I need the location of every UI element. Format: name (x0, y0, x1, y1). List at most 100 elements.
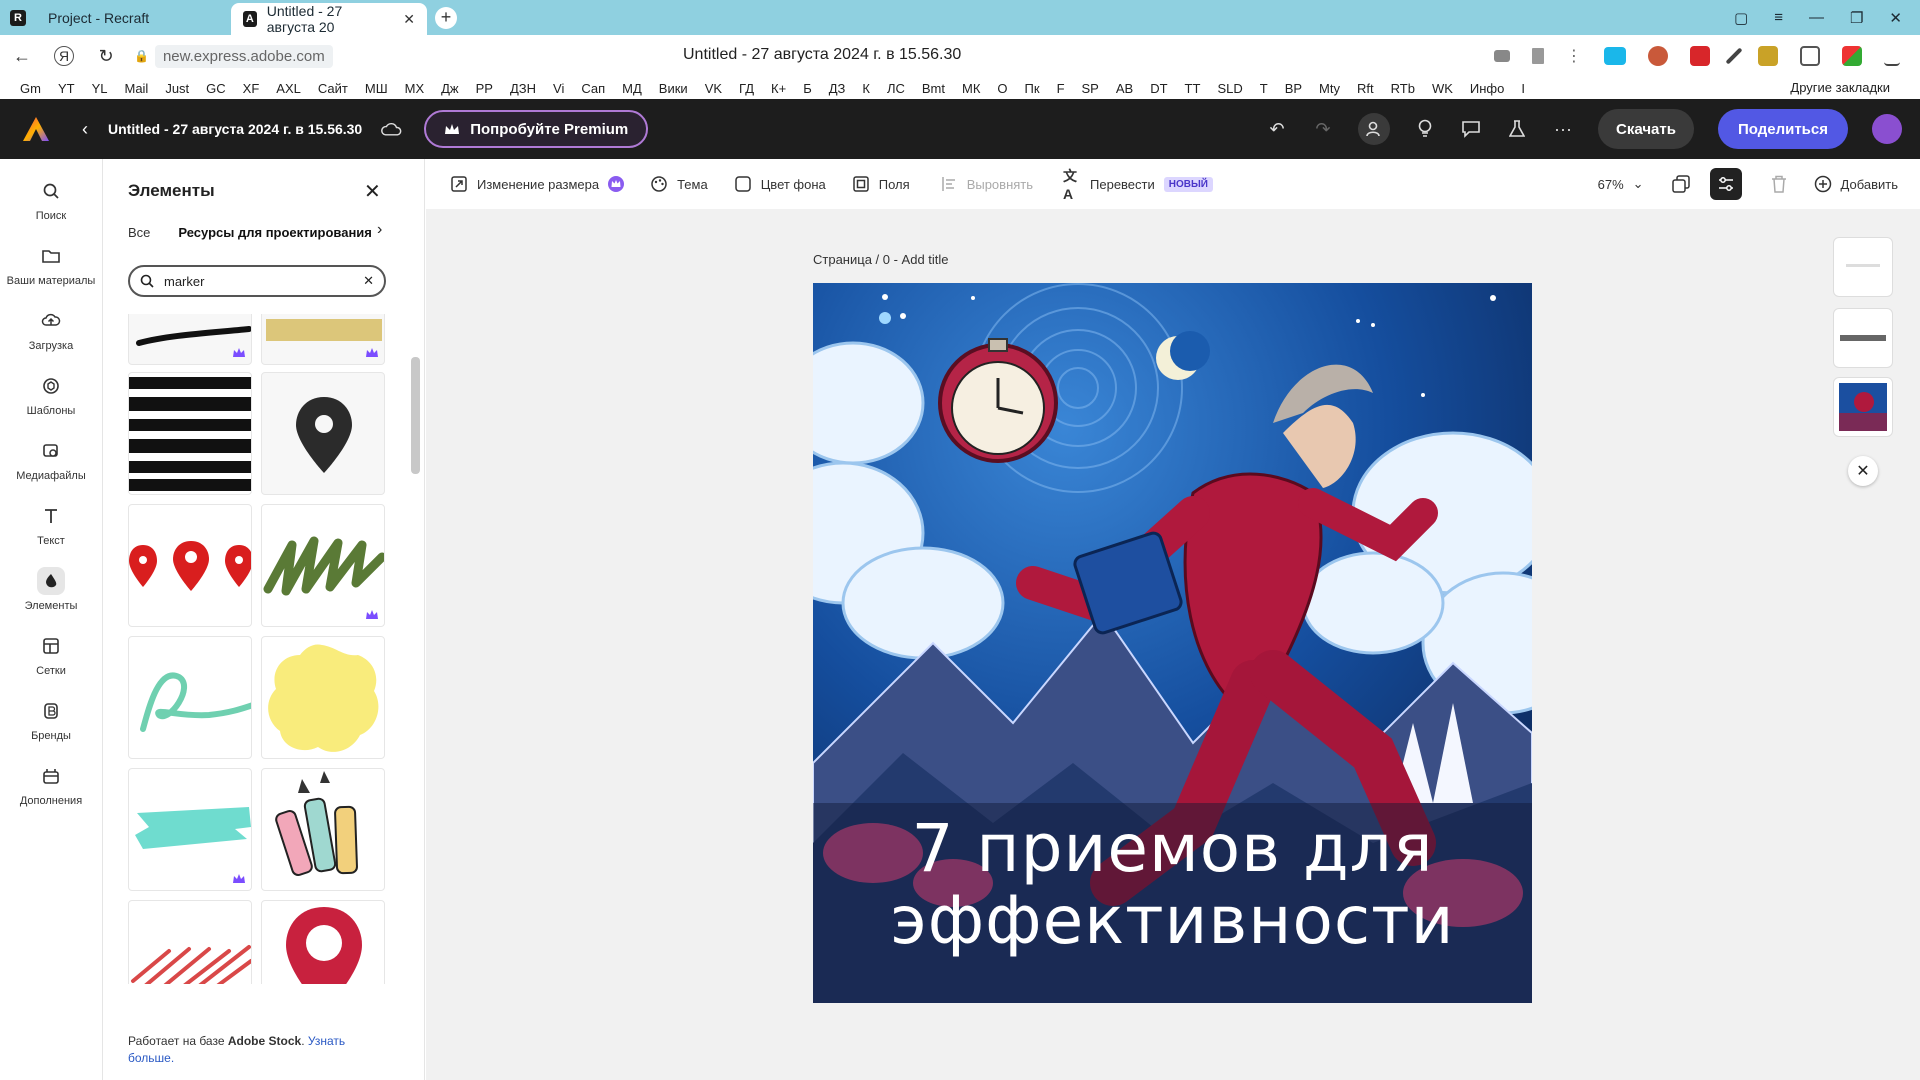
extension-icon[interactable] (1758, 46, 1778, 66)
bookmark-item[interactable]: МД (622, 81, 642, 96)
bookmark-icon[interactable] (1532, 48, 1544, 64)
redo-icon[interactable]: ↷ (1312, 118, 1334, 140)
rail-item-elements[interactable]: Элементы (0, 557, 102, 622)
close-window-icon[interactable]: ✕ (1889, 9, 1902, 27)
rail-item-upload[interactable]: Загрузка (0, 297, 102, 362)
bookmark-item[interactable]: SP (1082, 81, 1099, 96)
try-premium-button[interactable]: Попробуйте Premium (424, 110, 649, 148)
artboard[interactable]: 7 приемов для эффективности (813, 283, 1532, 1003)
bookmark-item[interactable]: AXL (276, 81, 301, 96)
bookmark-item[interactable]: К (862, 81, 870, 96)
bookmark-item[interactable]: VK (705, 81, 722, 96)
delete-button[interactable] (1770, 175, 1788, 193)
page-label[interactable]: Страница / 0 - Add title (813, 252, 949, 267)
rail-item-text[interactable]: Текст (0, 492, 102, 557)
margins-button[interactable]: Поля (852, 175, 910, 193)
vimeo-icon[interactable] (1604, 47, 1626, 65)
bookmark-item[interactable]: ГД (739, 81, 754, 96)
rail-item-folder[interactable]: Ваши материалы (0, 232, 102, 297)
more-options-icon[interactable]: ··· (1552, 118, 1574, 140)
bookmark-item[interactable]: Gm (20, 81, 41, 96)
result-red-pins[interactable] (128, 504, 252, 627)
bookmark-item[interactable]: YL (92, 81, 108, 96)
rail-item-grids[interactable]: Сетки (0, 622, 102, 687)
theme-button[interactable]: Тема (650, 175, 708, 193)
bookmark-item[interactable]: Пк (1025, 81, 1040, 96)
adjust-panel-button[interactable] (1709, 168, 1742, 200)
download-button[interactable]: Скачать (1598, 109, 1694, 149)
clear-search-icon[interactable]: ✕ (363, 273, 374, 289)
other-bookmarks[interactable]: Другие закладки (1790, 80, 1890, 95)
bookmark-item[interactable]: ДЗ (829, 81, 846, 96)
resize-button[interactable]: Изменение размера (450, 175, 625, 193)
bookmark-item[interactable]: GC (206, 81, 226, 96)
undo-icon[interactable]: ↶ (1266, 118, 1288, 140)
search-input[interactable]: marker ✕ (128, 265, 386, 297)
browser-menu-icon[interactable]: R (0, 0, 36, 35)
background-color-button[interactable]: Цвет фона (734, 175, 826, 193)
bookmark-item[interactable]: F (1057, 81, 1065, 96)
add-page-button[interactable]: Добавить (1814, 175, 1898, 193)
bookmark-item[interactable]: ДЗН (510, 81, 536, 96)
bookmark-item[interactable]: T (1260, 81, 1268, 96)
bookmark-item[interactable]: I (1521, 81, 1525, 96)
bookmark-item[interactable]: XF (243, 81, 260, 96)
result-markers-illustration[interactable] (261, 768, 385, 891)
back-arrow-icon[interactable]: ← (8, 42, 36, 70)
cloud-sync-icon[interactable] (380, 122, 402, 137)
bookmark-item[interactable]: AB (1116, 81, 1133, 96)
bookmark-item[interactable]: Сап (581, 81, 605, 96)
bookmark-item[interactable]: Mail (124, 81, 148, 96)
restore-icon[interactable]: ❐ (1850, 9, 1863, 27)
bookmark-item[interactable]: RTb (1391, 81, 1415, 96)
url-field[interactable]: 🔒 new.express.adobe.com (134, 42, 333, 70)
rail-item-search[interactable]: Поиск (0, 167, 102, 232)
bookmark-item[interactable]: Vi (553, 81, 564, 96)
back-chevron-icon[interactable]: ‹ (82, 119, 88, 140)
bookmark-item[interactable]: Just (165, 81, 189, 96)
result-map-pin[interactable] (261, 372, 385, 495)
result-gold-stroke[interactable] (261, 314, 385, 365)
bookmark-item[interactable]: МК (962, 81, 980, 96)
bookmark-item[interactable]: TT (1185, 81, 1201, 96)
extension-icon[interactable] (1800, 46, 1820, 66)
extension-icon[interactable] (1690, 46, 1710, 66)
page-thumbnail-bar[interactable] (1833, 308, 1893, 368)
tabs-scroll-right-icon[interactable]: › (377, 221, 382, 239)
result-brush-stroke[interactable] (128, 314, 252, 365)
bookmark-item[interactable]: BP (1285, 81, 1302, 96)
new-tab-button[interactable]: + (435, 6, 457, 29)
rail-item-templates[interactable]: Шаблоны (0, 362, 102, 427)
comment-icon[interactable] (1460, 118, 1482, 140)
translate-button[interactable]: 文A Перевести НОВЫЙ (1063, 168, 1213, 202)
align-button[interactable]: Выровнять (940, 175, 1033, 193)
share-button[interactable]: Поделиться (1717, 109, 1848, 149)
rail-item-media[interactable]: Медиафайлы (0, 427, 102, 492)
adobe-express-logo[interactable] (22, 116, 50, 142)
bookmark-item[interactable]: SLD (1217, 81, 1242, 96)
page-thumbnail-image[interactable] (1833, 377, 1893, 437)
bookmark-item[interactable]: Bmt (922, 81, 945, 96)
result-black-stripes[interactable] (128, 372, 252, 495)
bookmark-item[interactable]: Сайт (318, 81, 348, 96)
bookmark-item[interactable]: YT (58, 81, 75, 96)
minimize-icon[interactable]: — (1809, 9, 1824, 26)
bookmark-item[interactable]: DT (1150, 81, 1167, 96)
result-yellow-blob[interactable] (261, 636, 385, 759)
eyedropper-icon[interactable] (1725, 47, 1743, 65)
tab-design-resources[interactable]: Ресурсы для проектирования (178, 225, 371, 240)
bookmark-item[interactable]: Mty (1319, 81, 1340, 96)
layers-button[interactable] (1671, 175, 1690, 193)
yandex-icon[interactable]: Я (54, 46, 74, 66)
extension-icon[interactable] (1842, 46, 1862, 66)
bookmark-item[interactable]: О (997, 81, 1007, 96)
rail-item-brands[interactable]: Бренды (0, 687, 102, 752)
flask-icon[interactable] (1506, 118, 1528, 140)
result-green-scribble[interactable] (261, 504, 385, 627)
zoom-dropdown[interactable]: 67% ⌄ (1598, 176, 1644, 192)
bookmark-item[interactable]: К+ (771, 81, 786, 96)
lightbulb-icon[interactable] (1414, 118, 1436, 140)
more-icon[interactable]: ⋮ (1566, 46, 1582, 66)
bookmark-item[interactable]: Б (803, 81, 812, 96)
headline-text[interactable]: 7 приемов для эффективности (813, 813, 1532, 957)
